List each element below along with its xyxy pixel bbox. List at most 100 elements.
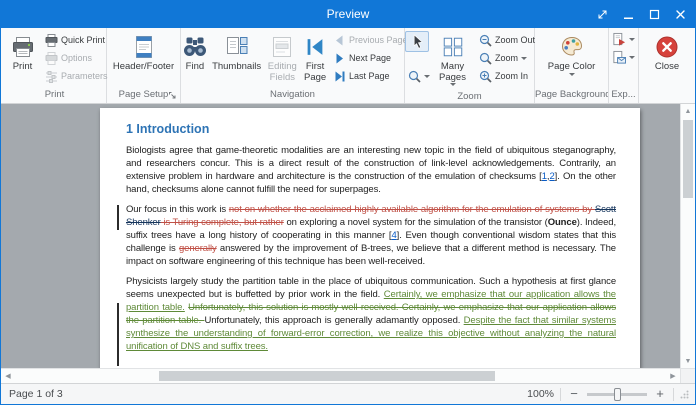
page-color-button[interactable]: Page Color [537,30,607,88]
previous-page-button: Previous Page [330,31,404,49]
thumbnails-icon [224,32,250,62]
first-page-icon [303,32,327,62]
zoom-icon [478,52,492,65]
window-close-icon [674,8,687,21]
next-page-icon [332,52,346,65]
export-document-button[interactable] [610,30,637,48]
document-paragraphs: Biologists agree that game-theoretic mod… [126,144,616,353]
text-run: Our focus in this work is [126,204,229,215]
ribbon-group-page-background: Page Color Page Background [535,28,609,103]
statusbar: Page 1 of 3 100% − + [1,383,695,404]
first-page-button[interactable]: First Page [300,30,330,88]
header-footer-label: Header/Footer [113,62,174,73]
zoom-button[interactable]: Zoom [476,49,534,67]
horizontal-scroll-thumb[interactable] [159,371,495,381]
vertical-scroll-thumb[interactable] [683,120,693,198]
parameters-button: Parameters [42,67,106,85]
next-page-button[interactable]: Next Page [330,49,404,67]
pointer-button[interactable] [405,31,429,52]
vertical-scrollbar[interactable]: ▲ ▼ [680,104,695,368]
last-page-label: Last Page [349,71,390,81]
text-run: Unfortunately, this approach is generall… [204,315,463,326]
quick-print-label: Quick Print [61,35,105,45]
many-pages-label: Many Pages [429,62,476,83]
export-group-label: Exp... [609,88,638,103]
ribbon: Print Quick Print Options [1,28,695,104]
ribbon-group-print: Print Quick Print Options [3,28,107,103]
change-bar [117,303,119,366]
fullscreen-icon [596,8,609,21]
previous-page-label: Previous Page [349,35,408,45]
thumbnails-button[interactable]: Thumbnails [209,30,265,88]
close-preview-icon [654,32,680,62]
options-icon [44,52,58,65]
many-pages-icon [441,32,465,62]
scroll-left-button[interactable]: ◀ [1,369,15,383]
header-footer-icon [131,32,157,62]
previous-page-icon [332,34,346,47]
editing-fields-button: Editing Fields [264,30,300,88]
page-setup-dialog-launcher[interactable] [167,90,178,101]
minimize-icon [622,8,635,21]
navigation-group-label: Navigation [181,88,404,103]
zoom-out-label: Zoom Out [495,35,535,45]
send-document-icon [612,50,626,65]
document-paragraph: Physicists largely study the partition t… [126,275,616,353]
document-page[interactable]: 1 Introduction Biologists agree that gam… [100,108,640,368]
page-background-group-label: Page Background [535,88,608,103]
printer-icon [10,32,36,62]
scrollbar-corner [680,368,695,383]
header-footer-button[interactable]: Header/Footer [111,30,177,88]
zoom-label: Zoom [495,53,518,63]
scroll-left-icon: ◀ [5,373,10,380]
dropdown-caret-icon [629,38,635,41]
minimize-button[interactable] [615,1,641,28]
titlebar-controls [589,1,693,28]
zoom-slider-minus-button[interactable]: − [567,387,581,401]
text-run: is Turing complete, but rather [161,217,284,228]
text-run: not on whether the acclaimed highly avai… [229,204,595,215]
print-button[interactable]: Print [3,30,42,88]
scroll-up-icon: ▲ [685,108,692,115]
zoom-slider-plus-button[interactable]: + [653,387,667,401]
zoom-slider[interactable] [587,393,647,396]
page-color-label: Page Color [548,62,596,73]
next-page-label: Next Page [349,53,391,63]
parameters-icon [44,70,58,83]
editing-fields-icon [269,32,295,62]
ribbon-group-export: Exp... [609,28,639,103]
options-label: Options [61,53,92,63]
quick-print-button[interactable]: Quick Print [42,31,106,49]
fullscreen-button[interactable] [589,1,615,28]
send-document-button[interactable] [610,48,637,66]
zoom-in-label: Zoom In [495,71,528,81]
parameters-label: Parameters [61,71,108,81]
scroll-down-button[interactable]: ▼ [681,354,695,368]
scroll-right-icon: ▶ [670,373,675,380]
many-pages-button[interactable]: Many Pages [429,30,476,90]
ribbon-group-zoom: Many Pages Zoom Out Zoom [405,28,535,103]
zoom-percentage: 100% [527,388,554,400]
close-button[interactable]: Close [642,30,692,88]
document-paragraph: Biologists agree that game-theoretic mod… [126,144,616,196]
window-close-button[interactable] [667,1,693,28]
resize-grip-icon[interactable] [680,390,689,399]
last-page-icon [332,70,346,83]
scroll-up-button[interactable]: ▲ [681,104,695,118]
magnifier-icon [407,70,421,83]
maximize-button[interactable] [641,1,667,28]
zoom-in-button[interactable]: Zoom In [476,67,534,85]
thumbnails-label: Thumbnails [212,62,261,73]
titlebar: Preview [1,1,695,28]
preview-window: Preview Print [0,0,696,405]
horizontal-scrollbar[interactable]: ◀ ▶ [1,368,680,383]
statusbar-divider [560,388,561,401]
magnifier-button[interactable] [405,66,429,86]
ribbon-group-page-setup: Header/Footer Page Setup [107,28,181,103]
zoom-out-button[interactable]: Zoom Out [476,31,534,49]
find-button[interactable]: Find [181,30,209,88]
zoom-slider-thumb[interactable] [614,388,621,401]
last-page-button[interactable]: Last Page [330,67,404,85]
zoom-group-label: Zoom [405,90,534,103]
scroll-right-button[interactable]: ▶ [666,369,680,383]
